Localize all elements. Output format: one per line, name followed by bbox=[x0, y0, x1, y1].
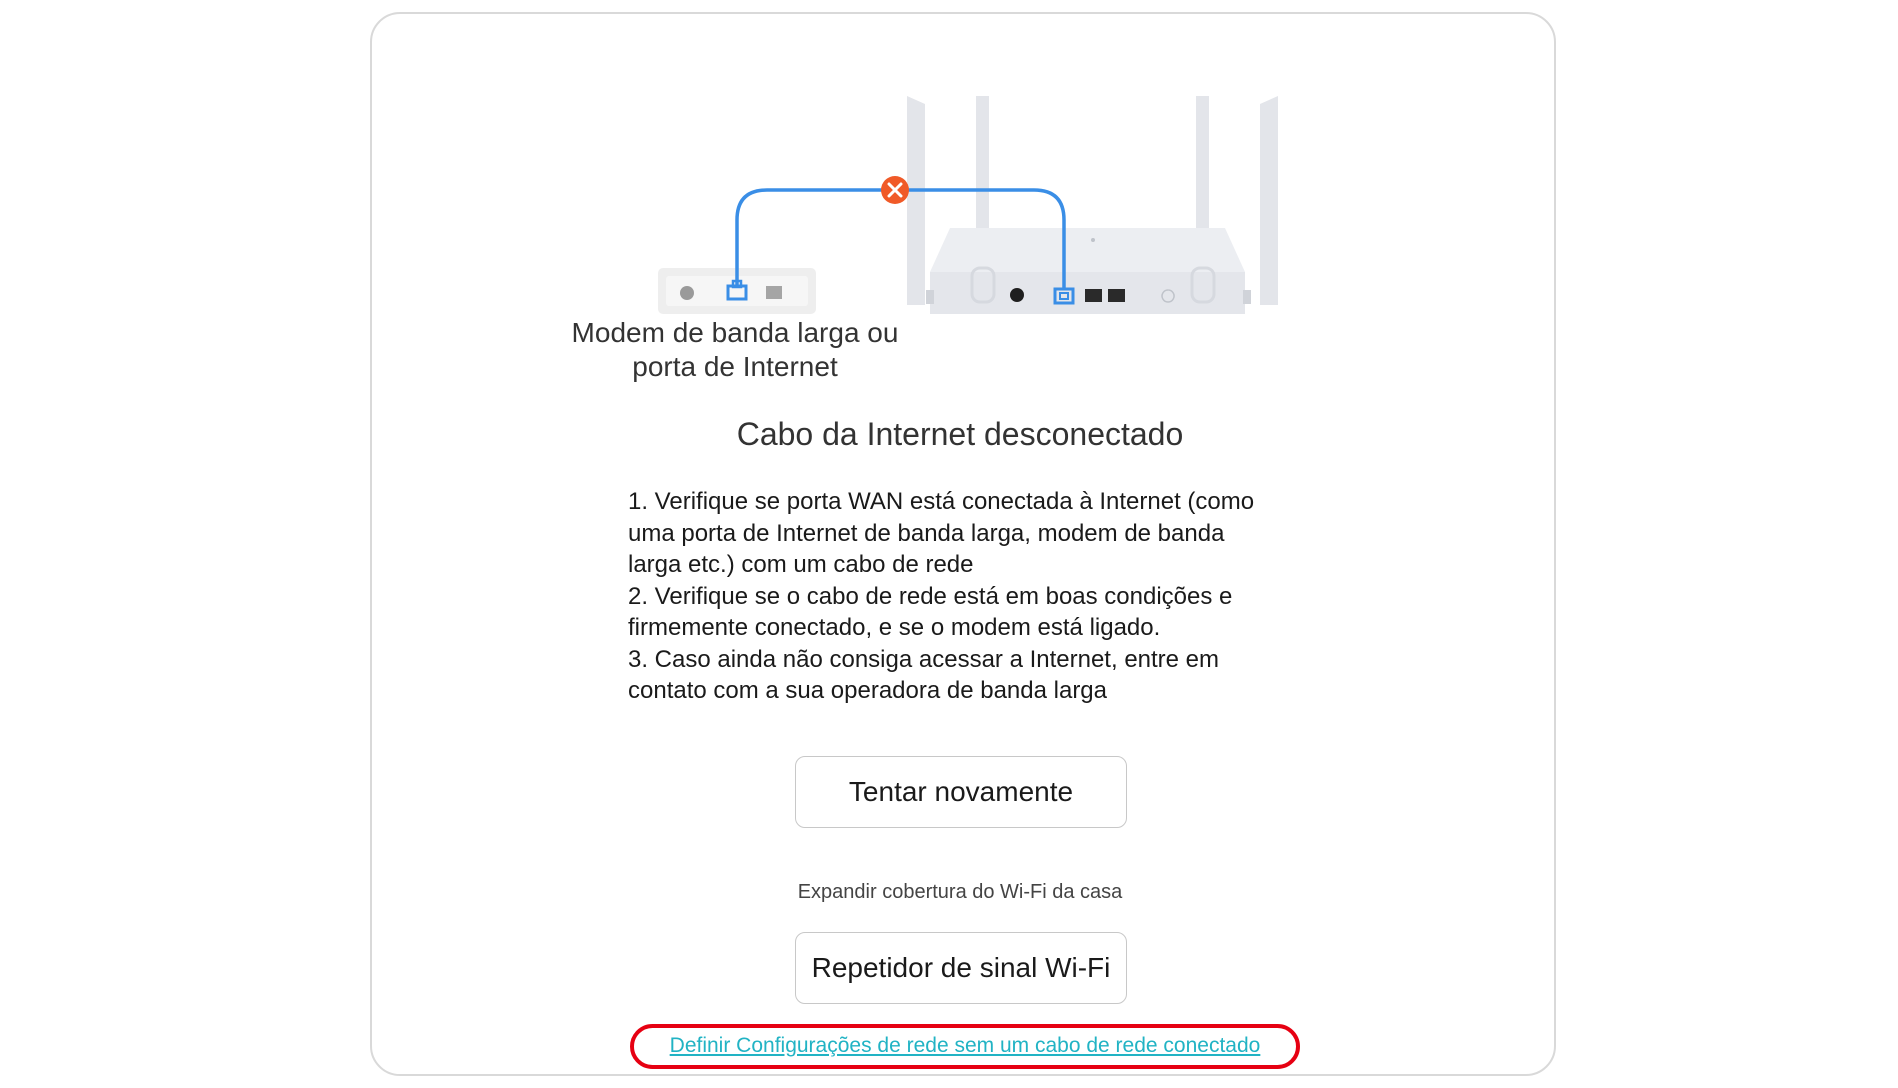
instruction-line: firmemente conectado, e se o modem está … bbox=[628, 614, 1161, 641]
instructions: 1. Verifique se porta WAN está conectada… bbox=[628, 486, 1308, 707]
instruction-line: 2. Verifique se o cabo de rede está em b… bbox=[628, 582, 1233, 610]
status-title: Cabo da Internet desconectado bbox=[736, 416, 1184, 452]
modem-label-line-2: porta de Internet bbox=[632, 351, 838, 382]
modem-label: Modem de banda larga ou porta de Interne… bbox=[540, 316, 930, 384]
expand-coverage-text: Expandir cobertura do Wi-Fi da casa bbox=[797, 881, 1123, 903]
instruction-line: 3. Caso ainda não consiga acessar a Inte… bbox=[628, 645, 1220, 673]
x-circle-icon bbox=[881, 176, 909, 204]
wifi-repeater-button[interactable]: Repetidor de sinal Wi-Fi bbox=[795, 932, 1127, 1004]
instruction-line: uma porta de Internet de banda larga, mo… bbox=[628, 519, 1225, 547]
modem-label-line-1: Modem de banda larga ou bbox=[571, 317, 899, 348]
instruction-line: contato com a sua operadora de banda lar… bbox=[628, 677, 1108, 704]
instruction-line: larga etc.) com um cabo de rede bbox=[628, 551, 974, 578]
retry-button[interactable]: Tentar novamente bbox=[795, 756, 1127, 828]
connection-illustration bbox=[658, 96, 1278, 314]
instruction-line: 1. Verifique se porta WAN está conectada… bbox=[628, 488, 1255, 515]
setup-without-cable-link[interactable]: Definir Configurações de rede sem um cab… bbox=[630, 1034, 1300, 1058]
